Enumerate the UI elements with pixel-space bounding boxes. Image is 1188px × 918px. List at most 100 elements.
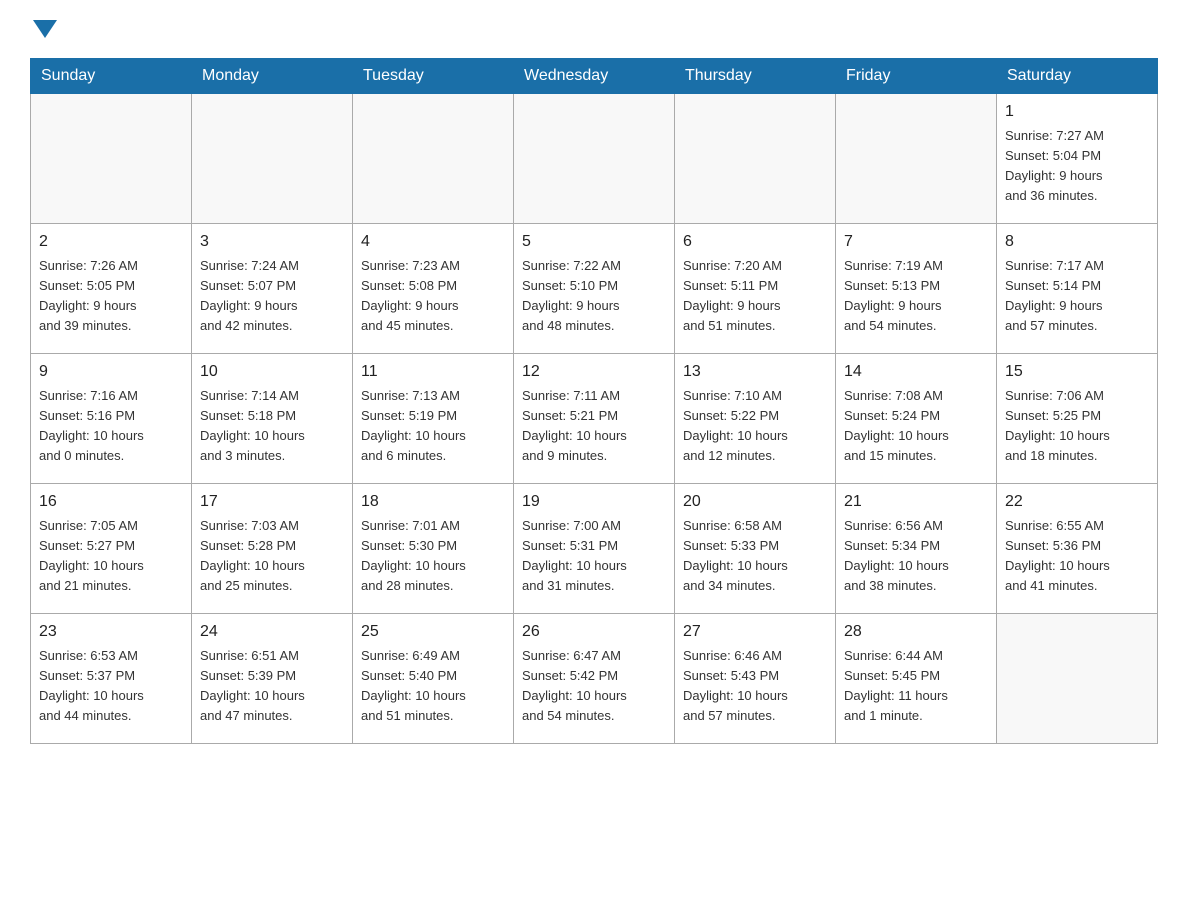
calendar-cell: 23Sunrise: 6:53 AMSunset: 5:37 PMDayligh… [31,614,192,744]
calendar-cell: 17Sunrise: 7:03 AMSunset: 5:28 PMDayligh… [192,484,353,614]
calendar-header-sunday: Sunday [31,59,192,94]
logo-general-text [30,20,57,40]
day-info: Sunrise: 7:00 AMSunset: 5:31 PMDaylight:… [522,516,666,597]
day-number: 17 [200,490,344,514]
calendar-cell: 15Sunrise: 7:06 AMSunset: 5:25 PMDayligh… [997,354,1158,484]
logo [30,20,57,38]
day-number: 2 [39,230,183,254]
calendar-cell: 2Sunrise: 7:26 AMSunset: 5:05 PMDaylight… [31,224,192,354]
day-info: Sunrise: 6:56 AMSunset: 5:34 PMDaylight:… [844,516,988,597]
calendar-cell: 16Sunrise: 7:05 AMSunset: 5:27 PMDayligh… [31,484,192,614]
calendar-cell: 8Sunrise: 7:17 AMSunset: 5:14 PMDaylight… [997,224,1158,354]
calendar-cell [192,94,353,224]
day-number: 12 [522,360,666,384]
day-info: Sunrise: 6:46 AMSunset: 5:43 PMDaylight:… [683,646,827,727]
day-info: Sunrise: 7:19 AMSunset: 5:13 PMDaylight:… [844,256,988,337]
day-number: 22 [1005,490,1149,514]
day-info: Sunrise: 7:10 AMSunset: 5:22 PMDaylight:… [683,386,827,467]
day-number: 18 [361,490,505,514]
calendar-cell: 10Sunrise: 7:14 AMSunset: 5:18 PMDayligh… [192,354,353,484]
calendar-cell [353,94,514,224]
day-number: 5 [522,230,666,254]
day-info: Sunrise: 7:13 AMSunset: 5:19 PMDaylight:… [361,386,505,467]
day-number: 1 [1005,100,1149,124]
day-number: 6 [683,230,827,254]
calendar-cell: 28Sunrise: 6:44 AMSunset: 5:45 PMDayligh… [836,614,997,744]
day-number: 4 [361,230,505,254]
calendar-cell [997,614,1158,744]
day-number: 13 [683,360,827,384]
day-info: Sunrise: 6:51 AMSunset: 5:39 PMDaylight:… [200,646,344,727]
day-number: 3 [200,230,344,254]
day-info: Sunrise: 7:23 AMSunset: 5:08 PMDaylight:… [361,256,505,337]
day-number: 23 [39,620,183,644]
calendar-header-thursday: Thursday [675,59,836,94]
logo-arrow-icon [33,20,57,38]
day-info: Sunrise: 6:58 AMSunset: 5:33 PMDaylight:… [683,516,827,597]
day-info: Sunrise: 6:49 AMSunset: 5:40 PMDaylight:… [361,646,505,727]
calendar-cell: 22Sunrise: 6:55 AMSunset: 5:36 PMDayligh… [997,484,1158,614]
day-info: Sunrise: 7:01 AMSunset: 5:30 PMDaylight:… [361,516,505,597]
day-number: 11 [361,360,505,384]
calendar-week-row: 9Sunrise: 7:16 AMSunset: 5:16 PMDaylight… [31,354,1158,484]
calendar-week-row: 16Sunrise: 7:05 AMSunset: 5:27 PMDayligh… [31,484,1158,614]
day-info: Sunrise: 6:47 AMSunset: 5:42 PMDaylight:… [522,646,666,727]
calendar-header-row: SundayMondayTuesdayWednesdayThursdayFrid… [31,59,1158,94]
calendar-cell: 7Sunrise: 7:19 AMSunset: 5:13 PMDaylight… [836,224,997,354]
day-number: 16 [39,490,183,514]
calendar-cell: 12Sunrise: 7:11 AMSunset: 5:21 PMDayligh… [514,354,675,484]
calendar-cell: 18Sunrise: 7:01 AMSunset: 5:30 PMDayligh… [353,484,514,614]
calendar-cell: 5Sunrise: 7:22 AMSunset: 5:10 PMDaylight… [514,224,675,354]
calendar-cell [675,94,836,224]
day-info: Sunrise: 7:05 AMSunset: 5:27 PMDaylight:… [39,516,183,597]
day-number: 10 [200,360,344,384]
calendar-cell: 11Sunrise: 7:13 AMSunset: 5:19 PMDayligh… [353,354,514,484]
calendar-cell [514,94,675,224]
calendar-cell: 1Sunrise: 7:27 AMSunset: 5:04 PMDaylight… [997,94,1158,224]
day-number: 15 [1005,360,1149,384]
calendar-cell: 9Sunrise: 7:16 AMSunset: 5:16 PMDaylight… [31,354,192,484]
calendar-header-friday: Friday [836,59,997,94]
calendar-header-saturday: Saturday [997,59,1158,94]
day-info: Sunrise: 7:03 AMSunset: 5:28 PMDaylight:… [200,516,344,597]
calendar-cell: 14Sunrise: 7:08 AMSunset: 5:24 PMDayligh… [836,354,997,484]
day-number: 21 [844,490,988,514]
calendar-cell: 25Sunrise: 6:49 AMSunset: 5:40 PMDayligh… [353,614,514,744]
day-number: 24 [200,620,344,644]
day-number: 8 [1005,230,1149,254]
day-number: 27 [683,620,827,644]
calendar-cell: 3Sunrise: 7:24 AMSunset: 5:07 PMDaylight… [192,224,353,354]
day-number: 14 [844,360,988,384]
day-info: Sunrise: 6:53 AMSunset: 5:37 PMDaylight:… [39,646,183,727]
day-info: Sunrise: 7:11 AMSunset: 5:21 PMDaylight:… [522,386,666,467]
calendar-cell: 19Sunrise: 7:00 AMSunset: 5:31 PMDayligh… [514,484,675,614]
calendar-cell [836,94,997,224]
calendar-cell: 27Sunrise: 6:46 AMSunset: 5:43 PMDayligh… [675,614,836,744]
day-info: Sunrise: 7:20 AMSunset: 5:11 PMDaylight:… [683,256,827,337]
calendar-week-row: 2Sunrise: 7:26 AMSunset: 5:05 PMDaylight… [31,224,1158,354]
day-info: Sunrise: 7:17 AMSunset: 5:14 PMDaylight:… [1005,256,1149,337]
day-info: Sunrise: 7:06 AMSunset: 5:25 PMDaylight:… [1005,386,1149,467]
calendar-cell: 20Sunrise: 6:58 AMSunset: 5:33 PMDayligh… [675,484,836,614]
calendar-cell: 26Sunrise: 6:47 AMSunset: 5:42 PMDayligh… [514,614,675,744]
day-info: Sunrise: 7:24 AMSunset: 5:07 PMDaylight:… [200,256,344,337]
day-info: Sunrise: 7:14 AMSunset: 5:18 PMDaylight:… [200,386,344,467]
day-number: 26 [522,620,666,644]
day-info: Sunrise: 7:16 AMSunset: 5:16 PMDaylight:… [39,386,183,467]
day-number: 9 [39,360,183,384]
calendar-week-row: 23Sunrise: 6:53 AMSunset: 5:37 PMDayligh… [31,614,1158,744]
day-number: 28 [844,620,988,644]
day-number: 20 [683,490,827,514]
calendar-cell: 21Sunrise: 6:56 AMSunset: 5:34 PMDayligh… [836,484,997,614]
day-number: 7 [844,230,988,254]
calendar-week-row: 1Sunrise: 7:27 AMSunset: 5:04 PMDaylight… [31,94,1158,224]
calendar-table: SundayMondayTuesdayWednesdayThursdayFrid… [30,58,1158,744]
day-number: 25 [361,620,505,644]
day-info: Sunrise: 6:55 AMSunset: 5:36 PMDaylight:… [1005,516,1149,597]
calendar-header-tuesday: Tuesday [353,59,514,94]
day-number: 19 [522,490,666,514]
day-info: Sunrise: 6:44 AMSunset: 5:45 PMDaylight:… [844,646,988,727]
calendar-cell [31,94,192,224]
calendar-cell: 24Sunrise: 6:51 AMSunset: 5:39 PMDayligh… [192,614,353,744]
calendar-cell: 13Sunrise: 7:10 AMSunset: 5:22 PMDayligh… [675,354,836,484]
